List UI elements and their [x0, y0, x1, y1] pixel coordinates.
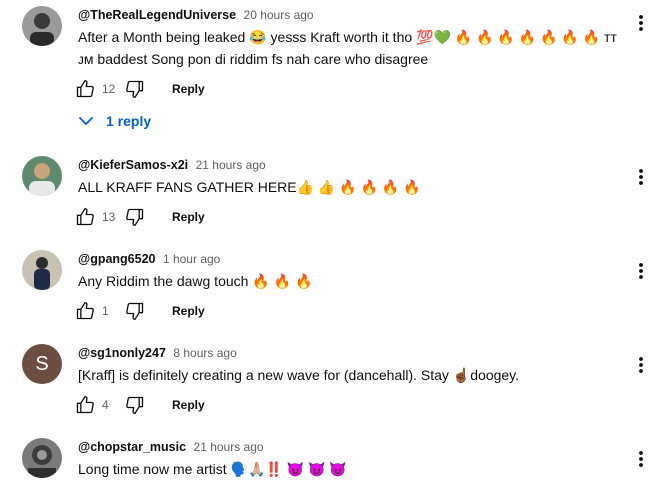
thumbs-down-icon[interactable]	[124, 300, 146, 322]
thumbs-up-icon[interactable]	[74, 78, 96, 100]
view-replies-button[interactable]: 1 reply	[78, 110, 151, 132]
thumbs-up-icon[interactable]	[74, 300, 96, 322]
avatar[interactable]	[22, 6, 62, 46]
reply-button[interactable]: Reply	[172, 398, 205, 412]
reply-button[interactable]: Reply	[172, 304, 205, 318]
comment-header: @TheRealLegendUniverse 20 hours ago	[78, 6, 314, 24]
thumbs-up-icon[interactable]	[74, 206, 96, 228]
user-photo-icon	[22, 250, 62, 290]
like-count: 13	[102, 210, 116, 224]
like-count: 12	[102, 82, 116, 96]
comment-text: ALL KRAFF FANS GATHER HERE👍 👍 🔥 🔥 🔥 🔥	[78, 179, 421, 195]
comment-text: Long time now me artist 🗣️🙏🏼‼️ 😈 😈 😈	[78, 461, 347, 477]
comment-header: @gpang6520 1 hour ago	[78, 250, 220, 268]
like-count: 1	[102, 304, 109, 318]
thumbs-down-icon[interactable]	[124, 78, 146, 100]
comment-header: @KieferSamos-x2i 21 hours ago	[78, 156, 266, 174]
comment-author[interactable]: @TheRealLegendUniverse	[78, 8, 236, 22]
avatar[interactable]: S	[22, 344, 62, 384]
comment-text: [Kraff] is definitely creating a new wav…	[78, 367, 520, 383]
user-photo-icon	[22, 6, 62, 46]
replies-count-label: 1 reply	[106, 113, 152, 129]
more-vertical-icon[interactable]	[632, 260, 650, 282]
comment-actions: 12 Reply	[74, 78, 205, 100]
more-vertical-icon[interactable]	[632, 12, 650, 34]
thumbs-up-icon[interactable]	[74, 394, 96, 416]
avatar-letter: S	[35, 352, 49, 375]
comment-actions: 1 Reply	[74, 300, 205, 322]
like-count: 4	[102, 398, 109, 412]
comment-time[interactable]: 21 hours ago	[194, 440, 264, 454]
user-photo-icon	[22, 156, 62, 196]
comment-actions: 4 Reply	[74, 394, 205, 416]
comment-time[interactable]: 8 hours ago	[173, 346, 236, 360]
avatar[interactable]	[22, 250, 62, 290]
comment-text: After a Month being leaked 😂 yesss Kraft…	[78, 29, 621, 67]
avatar[interactable]	[22, 156, 62, 196]
comment-time[interactable]: 20 hours ago	[244, 8, 314, 22]
comment-author[interactable]: @sg1nonly247	[78, 346, 166, 360]
comment-author[interactable]: @chopstar_music	[78, 440, 186, 454]
more-vertical-icon[interactable]	[632, 354, 650, 376]
comment-actions: 13 Reply	[74, 206, 205, 228]
thumbs-down-icon[interactable]	[124, 206, 146, 228]
comment-time[interactable]: 1 hour ago	[163, 252, 220, 266]
more-vertical-icon[interactable]	[632, 166, 650, 188]
comment-author[interactable]: @KieferSamos-x2i	[78, 158, 188, 172]
comment-header: @sg1nonly247 8 hours ago	[78, 344, 237, 362]
reply-button[interactable]: Reply	[172, 210, 205, 224]
reply-button[interactable]: Reply	[172, 82, 205, 96]
comment-time[interactable]: 21 hours ago	[196, 158, 266, 172]
comment-author[interactable]: @gpang6520	[78, 252, 156, 266]
chevron-down-icon	[78, 116, 94, 126]
user-photo-icon	[22, 438, 62, 478]
thumbs-down-icon[interactable]	[124, 394, 146, 416]
more-vertical-icon[interactable]	[632, 448, 650, 470]
comment-text: Any Riddim the dawg touch 🔥 🔥 🔥	[78, 273, 313, 289]
avatar[interactable]	[22, 438, 62, 478]
comment-header: @chopstar_music 21 hours ago	[78, 438, 264, 456]
